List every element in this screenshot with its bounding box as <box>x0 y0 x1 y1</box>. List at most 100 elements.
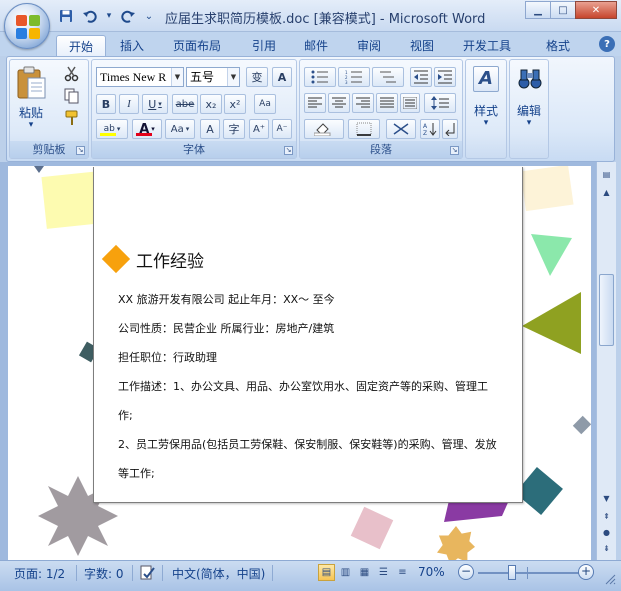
paste-button[interactable]: 粘贴 ▾ <box>14 64 48 138</box>
borders-button[interactable] <box>348 119 380 139</box>
align-right-button[interactable] <box>352 93 374 113</box>
text-highlight-button[interactable]: ab ▾ <box>96 119 128 139</box>
tab-references[interactable]: 引用 <box>242 35 286 56</box>
tab-mailings[interactable]: 邮件 <box>294 35 338 56</box>
justify-button[interactable] <box>376 93 398 113</box>
shading-button[interactable] <box>304 119 344 139</box>
maximize-button[interactable]: □ <box>550 1 576 19</box>
help-icon[interactable]: ? <box>599 36 615 52</box>
doc-line-description-2-cont: 等工作; <box>118 467 155 480</box>
web-layout-view-icon[interactable]: ▦ <box>356 564 373 581</box>
bullets-button[interactable] <box>304 67 336 87</box>
tab-insert[interactable]: 插入 <box>110 35 154 56</box>
minimize-button[interactable]: ▁ <box>525 1 551 19</box>
align-left-button[interactable] <box>304 93 326 113</box>
increase-indent-button[interactable] <box>434 67 456 87</box>
distributed-button[interactable] <box>400 93 420 113</box>
clipboard-launcher-icon[interactable]: ↘ <box>76 146 85 155</box>
previous-page-icon[interactable]: ⇞ <box>599 510 614 524</box>
copy-icon[interactable] <box>64 88 82 104</box>
status-bar: 页面: 1/2 字数: 0 中文(简体，中国) ▤ ▥ ▦ ☰ ≡ 70% − … <box>0 560 621 591</box>
shrink-font-label: A⁻ <box>276 124 288 134</box>
shrink-font-button[interactable]: A⁻ <box>272 119 292 139</box>
draft-view-icon[interactable]: ≡ <box>394 564 411 581</box>
change-case-button[interactable]: Aa ▾ <box>165 119 195 139</box>
chinese-layout-button[interactable] <box>386 119 416 139</box>
next-page-icon[interactable]: ⇟ <box>599 542 614 556</box>
tab-review[interactable]: 审阅 <box>347 35 391 56</box>
font-size-combo[interactable]: 五号 ▼ <box>186 67 240 87</box>
paste-dropdown-icon[interactable]: ▾ <box>14 120 48 130</box>
sort-button[interactable]: AZ <box>420 119 440 139</box>
tab-view[interactable]: 视图 <box>400 35 444 56</box>
scroll-down-icon[interactable]: ▼ <box>599 492 614 506</box>
superscript-button[interactable]: x² <box>224 94 246 114</box>
office-button[interactable] <box>4 3 50 49</box>
undo-dropdown-icon[interactable]: ▾ <box>104 7 114 25</box>
clear-formatting-label: Aa <box>259 99 271 109</box>
scroll-up-icon[interactable]: ▲ <box>599 186 614 200</box>
full-screen-reading-view-icon[interactable]: ▥ <box>337 564 354 581</box>
line-spacing-button[interactable] <box>424 93 456 113</box>
zoom-out-button[interactable]: − <box>458 564 474 580</box>
close-button[interactable]: ✕ <box>575 1 617 19</box>
phonetic-guide-button[interactable]: 变 <box>246 67 268 87</box>
word-count[interactable]: 字数: 0 <box>84 565 124 582</box>
strikethrough-button[interactable]: abe <box>172 94 198 114</box>
editing-group[interactable]: 编辑 ▾ <box>509 59 549 159</box>
paste-icon <box>17 66 46 99</box>
outline-view-icon[interactable]: ☰ <box>375 564 392 581</box>
tab-home[interactable]: 开始 <box>56 35 106 56</box>
tab-format[interactable]: 格式 <box>536 35 580 56</box>
zoom-in-button[interactable]: + <box>578 564 594 580</box>
print-layout-view-icon[interactable]: ▤ <box>318 564 335 581</box>
redo-icon[interactable] <box>118 7 138 25</box>
format-painter-icon[interactable] <box>64 110 82 126</box>
vertical-scrollbar[interactable]: ▤ ▲ ▼ ⇞ ● ⇟ <box>596 162 616 560</box>
font-name-dropdown-icon[interactable]: ▼ <box>171 68 183 86</box>
proofing-icon[interactable] <box>139 565 155 584</box>
character-border-button[interactable]: A <box>272 67 292 87</box>
styles-group[interactable]: A 样式 ▾ <box>465 59 507 159</box>
bold-button[interactable]: B <box>96 94 116 114</box>
enclose-characters-button[interactable]: 字 <box>223 119 245 139</box>
ruler-toggle-icon[interactable]: ▤ <box>599 168 614 182</box>
decrease-indent-button[interactable] <box>410 67 432 87</box>
paragraph-launcher-icon[interactable]: ↘ <box>450 146 459 155</box>
underline-button[interactable]: U ▾ <box>142 94 168 114</box>
font-name-combo[interactable]: Times New R ▼ <box>96 67 184 87</box>
zoom-slider-center-mark <box>527 567 528 579</box>
clipboard-group: 粘贴 ▾ 剪贴板 ↘ <box>9 59 89 159</box>
tab-developer[interactable]: 开发工具 <box>455 35 519 56</box>
zoom-slider-track[interactable] <box>478 572 580 574</box>
save-icon[interactable] <box>56 7 76 25</box>
zoom-level[interactable]: 70% <box>418 565 445 579</box>
cut-icon[interactable] <box>64 66 82 82</box>
document-page[interactable]: 工作经验 XX 旅游开发有限公司 起止年月：XX～ 至今 公司性质：民营企业 所… <box>93 167 523 503</box>
page-count[interactable]: 页面: 1/2 <box>14 565 65 582</box>
select-browse-object-icon[interactable]: ● <box>599 526 614 540</box>
clear-formatting-button[interactable]: Aa <box>254 94 276 114</box>
character-shading-button[interactable]: A <box>200 119 220 139</box>
scroll-thumb[interactable] <box>599 274 614 346</box>
tab-page-layout[interactable]: 页面布局 <box>164 35 230 56</box>
doc-line-company: XX 旅游开发有限公司 起止年月：XX～ 至今 <box>118 293 335 306</box>
font-color-button[interactable]: A ▾ <box>132 119 162 139</box>
font-size-dropdown-icon[interactable]: ▼ <box>227 68 239 86</box>
customize-qat-icon[interactable]: ⌄ <box>142 7 156 25</box>
numbering-button[interactable]: 123 <box>338 67 370 87</box>
align-center-button[interactable] <box>328 93 350 113</box>
window-title: 应届生求职简历模板.doc [兼容模式] - Microsoft Word <box>165 12 486 27</box>
italic-button[interactable]: I <box>119 94 139 114</box>
grow-font-button[interactable]: A⁺ <box>249 119 269 139</box>
zoom-slider-thumb[interactable] <box>508 565 516 580</box>
undo-icon[interactable] <box>80 7 100 25</box>
resize-grip-icon[interactable] <box>604 573 616 585</box>
language-indicator[interactable]: 中文(简体，中国) <box>172 565 265 582</box>
multilevel-list-button[interactable] <box>372 67 404 87</box>
document-area[interactable]: 工作经验 XX 旅游开发有限公司 起止年月：XX～ 至今 公司性质：民营企业 所… <box>0 162 600 560</box>
show-marks-button[interactable] <box>442 119 458 139</box>
decor-pink-square <box>350 506 394 550</box>
subscript-button[interactable]: x₂ <box>200 94 222 114</box>
font-launcher-icon[interactable]: ↘ <box>284 146 293 155</box>
